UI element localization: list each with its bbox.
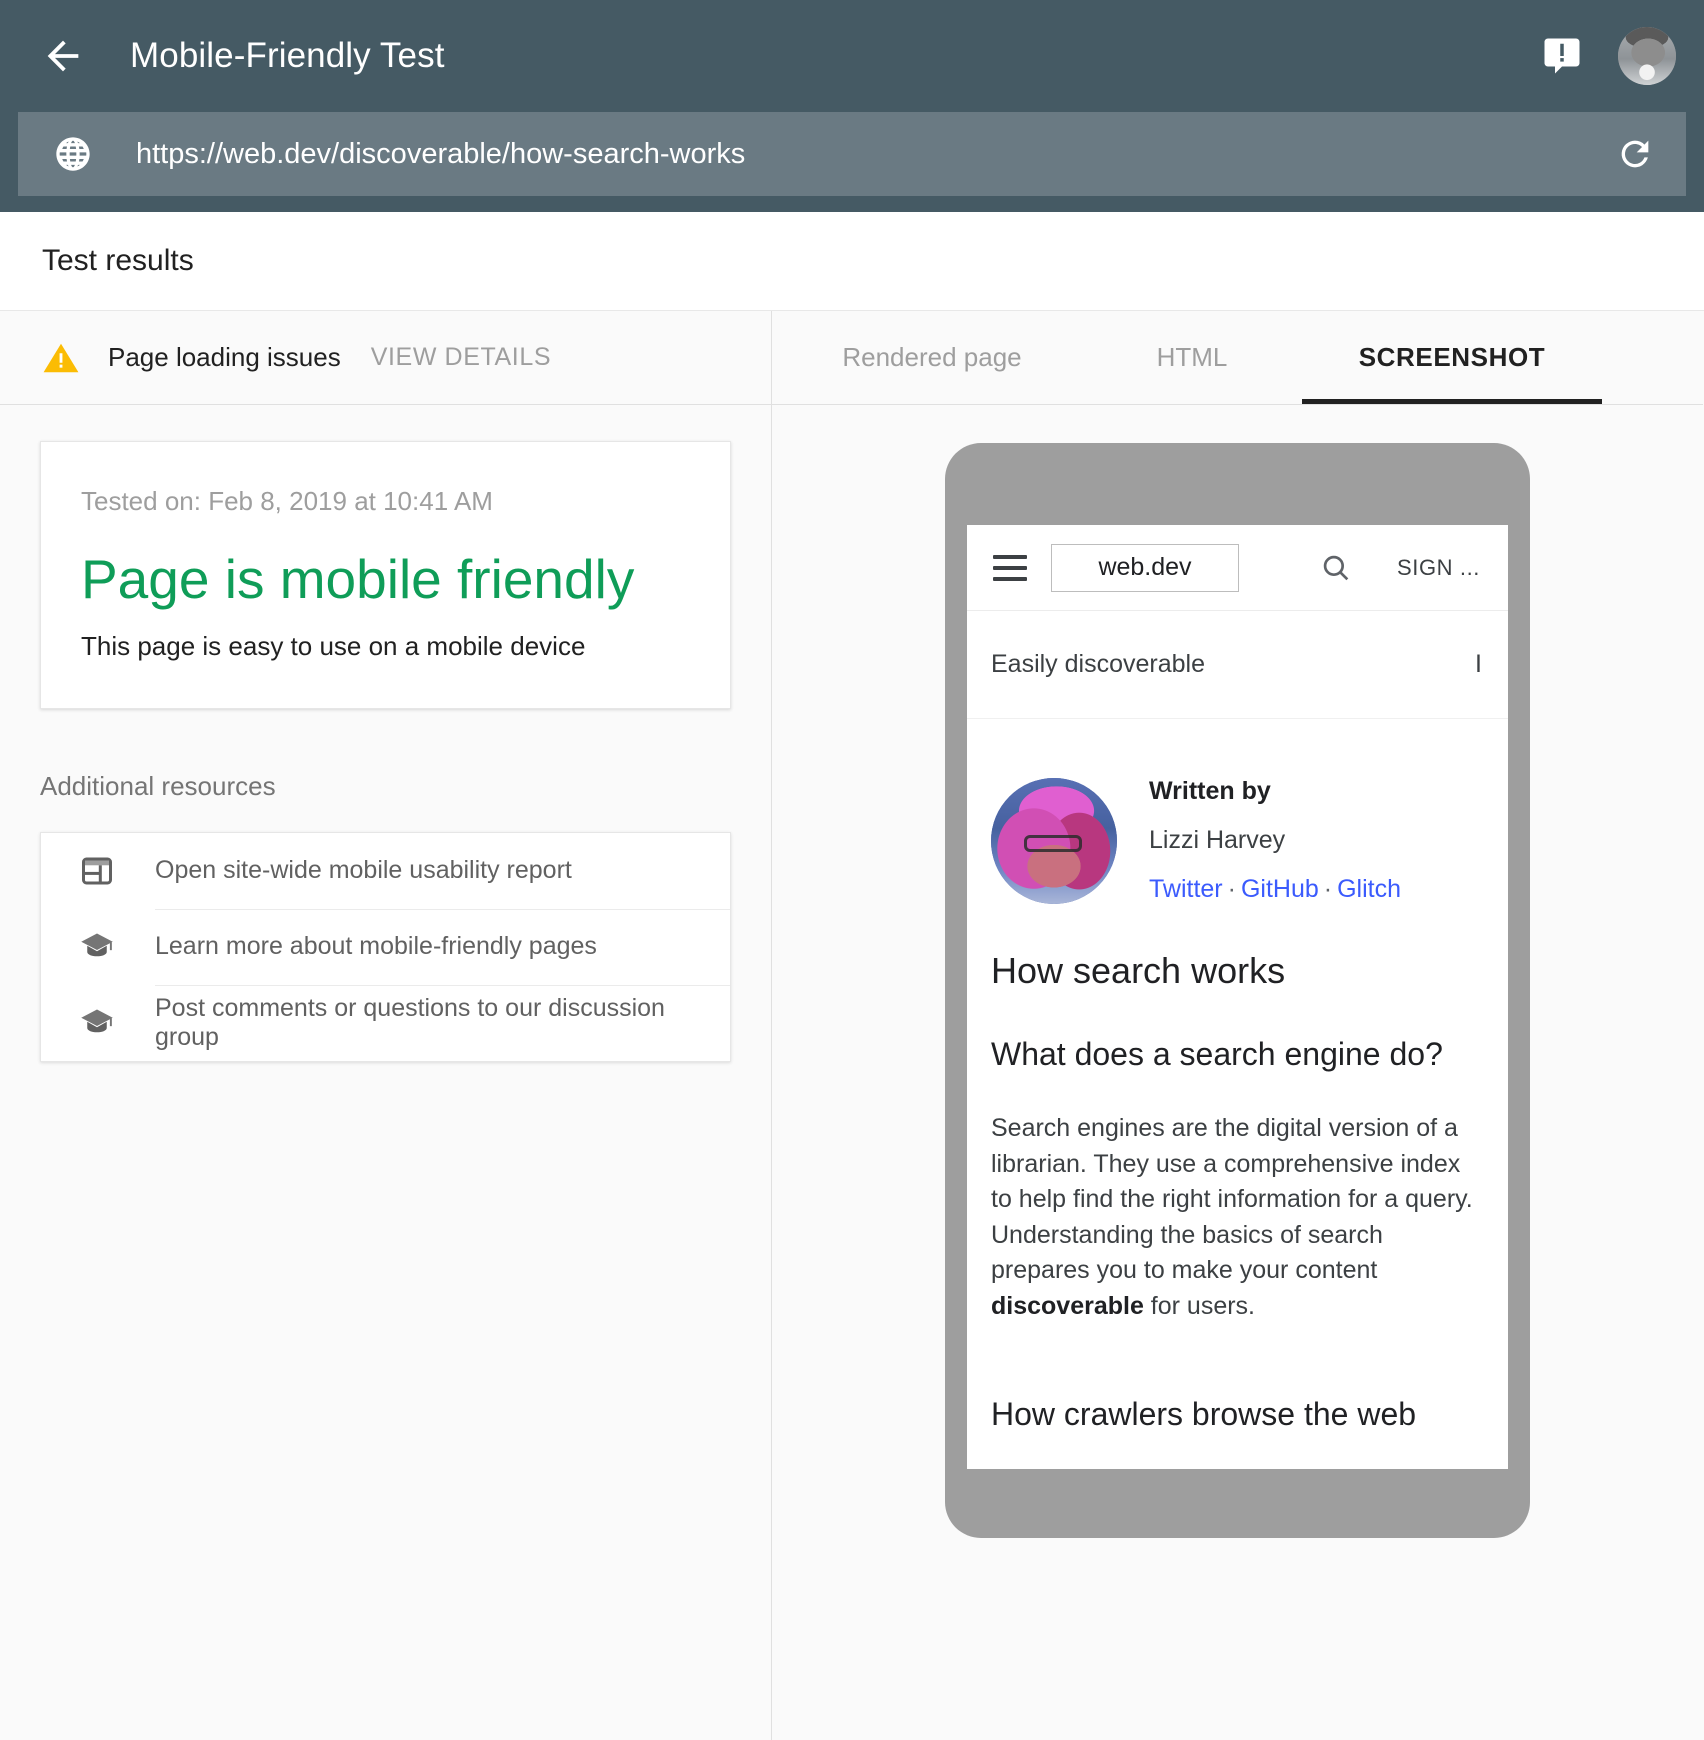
view-details-button[interactable]: VIEW DETAILS (371, 343, 551, 372)
page-title: Mobile-Friendly Test (130, 36, 445, 76)
link-glitch[interactable]: Glitch (1337, 875, 1401, 903)
graduation-cap-icon (77, 1003, 117, 1043)
hamburger-menu-icon[interactable] (993, 555, 1027, 581)
author-name: Lizzi Harvey (1149, 826, 1401, 855)
url-bar[interactable]: https://web.dev/discoverable/how-search-… (18, 112, 1686, 196)
phone-preview-area: web.dev SIGN ... Easily discoverable (772, 405, 1703, 1740)
list-item[interactable]: Post comments or questions to our discus… (41, 985, 730, 1061)
right-panel: Rendered page HTML SCREENSHOT web.dev (772, 311, 1703, 1740)
link-twitter[interactable]: Twitter (1149, 875, 1223, 903)
tab-label: Rendered page (842, 342, 1021, 373)
tab-label: HTML (1157, 342, 1228, 373)
reload-icon[interactable] (1614, 133, 1656, 175)
glasses-shape (1024, 835, 1082, 851)
list-item-label: Learn more about mobile-friendly pages (155, 932, 597, 961)
list-item-label: Post comments or questions to our discus… (155, 994, 730, 1052)
app-bar: Mobile-Friendly Test (0, 0, 1704, 112)
dashboard-report-icon (77, 851, 117, 891)
avatar-photo (1618, 27, 1676, 85)
site-logo[interactable]: web.dev (1051, 544, 1239, 592)
graduation-cap-icon (77, 927, 117, 967)
url-bar-container: https://web.dev/discoverable/how-search-… (0, 112, 1704, 212)
list-item[interactable]: Learn more about mobile-friendly pages (41, 909, 730, 985)
tab-label: SCREENSHOT (1359, 342, 1546, 373)
author-meta: Written by Lizzi Harvey Twitter·GitHub·G… (1149, 777, 1401, 904)
list-item[interactable]: Open site-wide mobile usability report (41, 833, 730, 909)
url-input[interactable]: https://web.dev/discoverable/how-search-… (136, 138, 1614, 171)
list-item-label: Open site-wide mobile usability report (155, 856, 572, 885)
sign-in-button[interactable]: SIGN ... (1397, 555, 1480, 581)
additional-resources-list: Open site-wide mobile usability report L… (40, 832, 731, 1062)
results-header: Test results (0, 212, 1704, 311)
breadcrumb-label[interactable]: Easily discoverable (991, 650, 1205, 679)
left-content: Tested on: Feb 8, 2019 at 10:41 AM Page … (0, 405, 771, 1740)
author-links: Twitter·GitHub·Glitch (1149, 875, 1401, 904)
globe-icon (52, 133, 94, 175)
additional-resources-title: Additional resources (40, 771, 731, 802)
paragraph-text-after: for users. (1144, 1292, 1255, 1320)
preview-site-header: web.dev SIGN ... (967, 525, 1508, 611)
issue-label: Page loading issues (108, 342, 341, 373)
tab-rendered-page[interactable]: Rendered page (782, 311, 1082, 404)
author-avatar (991, 778, 1117, 904)
article-h1: How search works (991, 950, 1482, 992)
phone-screen: web.dev SIGN ... Easily discoverable (967, 525, 1508, 1469)
author-block: Written by Lizzi Harvey Twitter·GitHub·G… (991, 777, 1482, 904)
preview-article: Written by Lizzi Harvey Twitter·GitHub·G… (967, 777, 1508, 1469)
warning-triangle-icon (42, 339, 80, 377)
article-paragraph-1: Search engines are the digital version o… (991, 1111, 1482, 1324)
feedback-icon[interactable] (1540, 34, 1584, 78)
link-separator: · (1319, 875, 1337, 903)
arrow-back-icon[interactable] (40, 33, 86, 79)
tab-html[interactable]: HTML (1082, 311, 1302, 404)
tested-on-timestamp: Tested on: Feb 8, 2019 at 10:41 AM (81, 486, 690, 517)
tab-screenshot[interactable]: SCREENSHOT (1302, 311, 1602, 404)
written-by-label: Written by (1149, 777, 1401, 806)
page-loading-issues-bar: Page loading issues VIEW DETAILS (0, 311, 771, 405)
breadcrumb-trailing: I (1475, 650, 1482, 679)
breadcrumb: Easily discoverable I (967, 611, 1508, 719)
link-github[interactable]: GitHub (1241, 875, 1319, 903)
left-panel: Page loading issues VIEW DETAILS Tested … (0, 311, 772, 1740)
paragraph-text-before: Search engines are the digital version o… (991, 1114, 1473, 1284)
result-card: Tested on: Feb 8, 2019 at 10:41 AM Page … (40, 441, 731, 709)
link-separator: · (1223, 875, 1241, 903)
phone-frame: web.dev SIGN ... Easily discoverable (945, 443, 1530, 1538)
article-h2-first: What does a search engine do? (991, 1036, 1482, 1073)
verdict-subtitle: This page is easy to use on a mobile dev… (81, 631, 690, 662)
article-h2-second: How crawlers browse the web (991, 1396, 1482, 1433)
verdict-text: Page is mobile friendly (81, 551, 690, 609)
body-split: Page loading issues VIEW DETAILS Tested … (0, 311, 1704, 1740)
avatar[interactable] (1618, 27, 1676, 85)
preview-tabs: Rendered page HTML SCREENSHOT (772, 311, 1703, 405)
search-icon[interactable] (1319, 551, 1353, 585)
paragraph-bold-term: discoverable (991, 1292, 1144, 1320)
results-heading: Test results (42, 244, 194, 278)
